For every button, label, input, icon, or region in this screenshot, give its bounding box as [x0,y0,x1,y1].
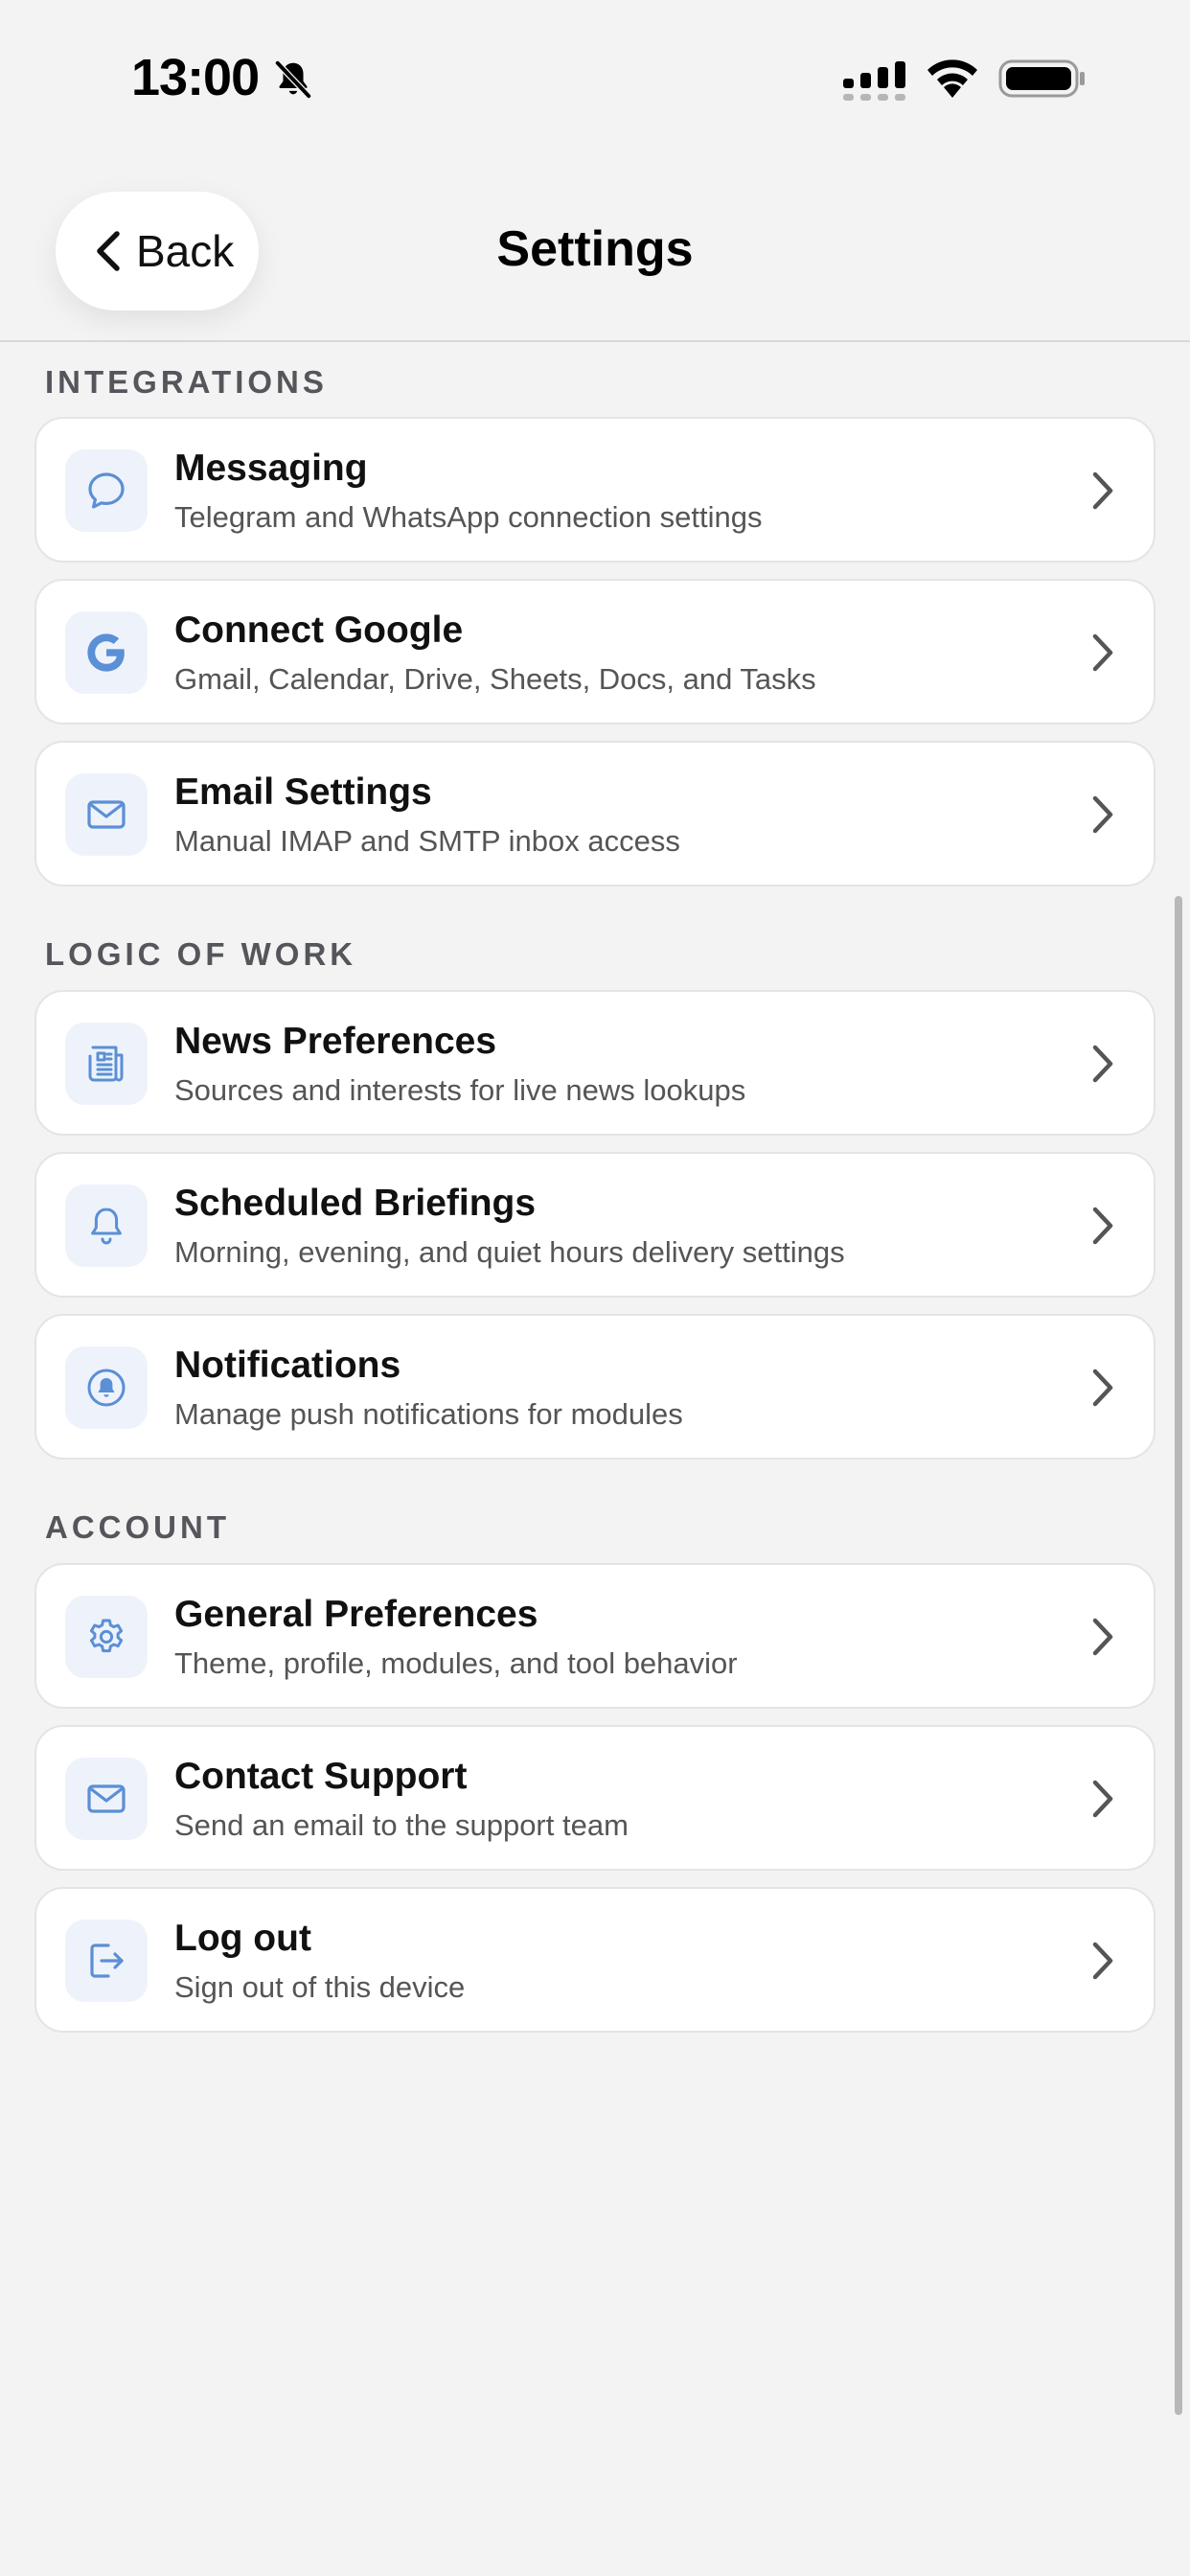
settings-item-subtitle: Sources and interests for live news look… [174,1073,746,1107]
section-title-logic-of-work: LOGIC OF WORK [45,936,357,972]
settings-item-messaging[interactable]: Messaging Telegram and WhatsApp connecti… [34,417,1156,563]
envelope-icon [87,800,126,829]
settings-item-subtitle: Send an email to the support team [174,1808,629,1842]
newspaper-icon [88,1046,124,1082]
notification-bell-icon [87,1368,126,1407]
settings-item-title: Email Settings [174,771,432,813]
section-title-integrations: INTEGRATIONS [45,364,328,400]
settings-item-title: Log out [174,1918,311,1959]
chevron-right-icon [1092,1618,1113,1656]
envelope-icon [87,1784,126,1813]
chevron-right-icon [1092,1207,1113,1245]
chevron-right-icon [1092,1780,1113,1818]
chevron-right-icon [1092,1045,1113,1083]
settings-item-title: Connect Google [174,610,464,651]
settings-item-title: Contact Support [174,1756,468,1797]
bell-icon [91,1208,122,1245]
logout-icon [90,1944,124,1978]
settings-item-notifications[interactable]: Notifications Manage push notifications … [34,1314,1156,1460]
chevron-right-icon [1092,1942,1113,1980]
chevron-right-icon [1092,1368,1113,1407]
settings-item-news-preferences[interactable]: News Preferences Sources and interests f… [34,990,1156,1136]
settings-item-contact-support[interactable]: Contact Support Send an email to the sup… [34,1725,1156,1871]
settings-item-general-preferences[interactable]: General Preferences Theme, profile, modu… [34,1563,1156,1709]
wifi-icon [927,59,977,98]
bell-slash-icon [274,59,312,100]
settings-item-scheduled-briefings[interactable]: Scheduled Briefings Morning, evening, an… [34,1152,1156,1298]
settings-item-connect-google[interactable]: Connect Google Gmail, Calendar, Drive, S… [34,579,1156,724]
settings-item-title: General Preferences [174,1594,538,1635]
status-time: 13:00 [131,49,260,106]
settings-item-title: News Preferences [174,1021,497,1062]
settings-item-subtitle: Gmail, Calendar, Drive, Sheets, Docs, an… [174,662,816,696]
settings-item-subtitle: Theme, profile, modules, and tool behavi… [174,1646,738,1680]
settings-item-subtitle: Sign out of this device [174,1970,466,2004]
cellular-signal-icon [843,61,905,101]
settings-item-title: Scheduled Briefings [174,1183,537,1224]
gear-icon [89,1619,124,1653]
status-bar: 13:00 [0,0,1190,163]
section-title-account: ACCOUNT [45,1509,230,1545]
chevron-right-icon [1092,472,1113,510]
settings-item-subtitle: Manage push notifications for modules [174,1397,683,1431]
settings-item-subtitle: Morning, evening, and quiet hours delive… [174,1235,845,1269]
settings-item-subtitle: Telegram and WhatsApp connection setting… [174,500,763,534]
page-title: Settings [496,221,694,277]
settings-item-email-settings[interactable]: Email Settings Manual IMAP and SMTP inbo… [34,741,1156,886]
chevron-right-icon [1092,795,1113,834]
settings-item-title: Notifications [174,1345,401,1386]
vertical-scrollbar[interactable] [1175,896,1182,2415]
settings-item-subtitle: Manual IMAP and SMTP inbox access [174,824,680,858]
battery-icon [998,59,1085,98]
navigation-bar: Back Settings [0,163,1190,342]
chevron-right-icon [1092,633,1113,672]
settings-item-title: Messaging [174,448,368,489]
google-g-icon [87,633,125,672]
chat-bubble-icon [88,472,125,509]
settings-item-log-out[interactable]: Log out Sign out of this device [34,1887,1156,2033]
